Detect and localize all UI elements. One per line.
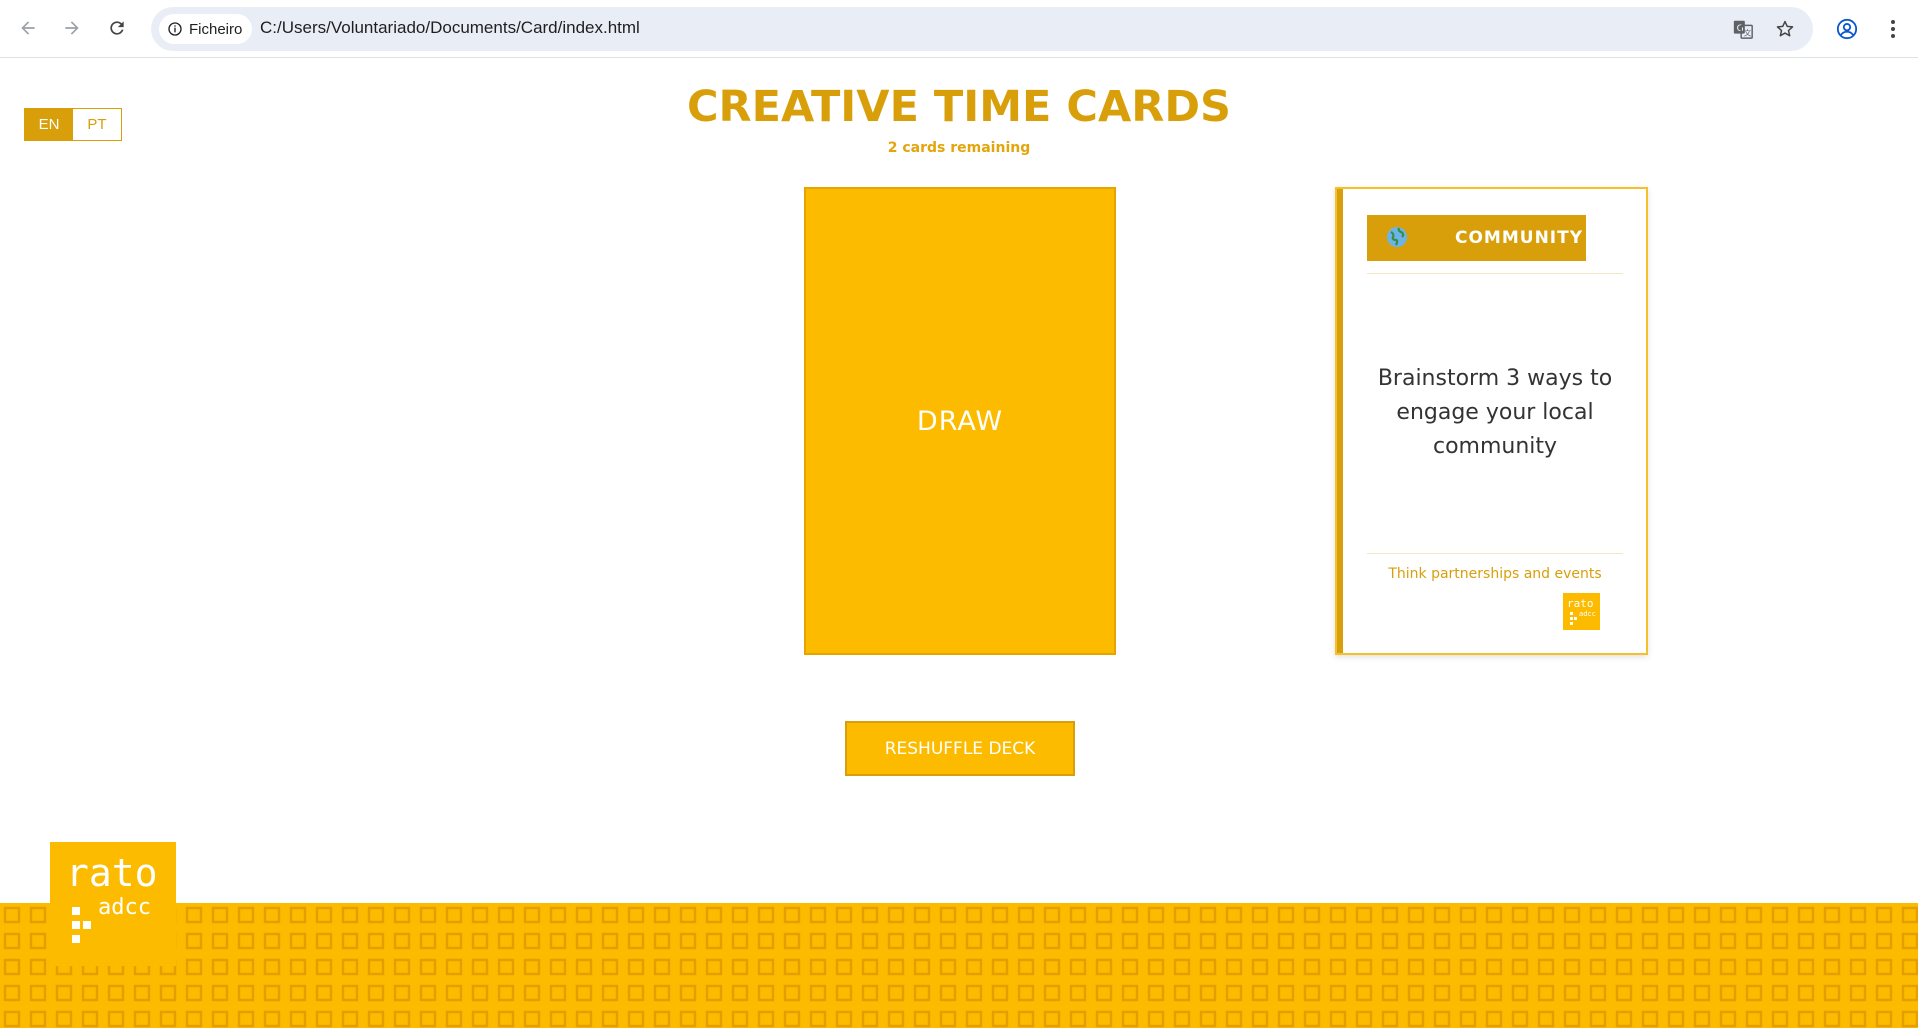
card-divider-bottom bbox=[1367, 553, 1623, 554]
address-bar[interactable]: Ficheiro C:/Users/Voluntariado/Documents… bbox=[151, 7, 1813, 51]
bookmark-button[interactable] bbox=[1773, 17, 1797, 41]
translate-button[interactable]: G文 bbox=[1731, 17, 1755, 41]
back-icon bbox=[21, 21, 35, 35]
category-label: COMMUNITY bbox=[1455, 228, 1584, 248]
forward-icon bbox=[65, 21, 79, 35]
reshuffle-button[interactable]: RESHUFFLE DECK bbox=[845, 721, 1075, 776]
reload-icon bbox=[110, 21, 124, 35]
svg-text:G: G bbox=[1737, 23, 1744, 34]
profile-icon bbox=[1836, 18, 1858, 40]
forward-button[interactable] bbox=[56, 12, 88, 44]
draw-deck[interactable]: DRAW bbox=[804, 187, 1116, 655]
reload-button[interactable] bbox=[101, 12, 133, 44]
more-icon bbox=[1891, 20, 1895, 38]
site-chip-label: Ficheiro bbox=[189, 20, 243, 38]
rato-logo: rato adcc bbox=[50, 842, 176, 966]
card-divider-top bbox=[1367, 273, 1623, 274]
svg-text:文: 文 bbox=[1744, 28, 1752, 37]
svg-text:rato: rato bbox=[1567, 597, 1594, 610]
translate-icon: G文 bbox=[1733, 20, 1753, 39]
browser-toolbar: Ficheiro C:/Users/Voluntariado/Documents… bbox=[0, 0, 1918, 58]
svg-text:adcc: adcc bbox=[98, 895, 151, 920]
card-accent-bar bbox=[1337, 189, 1343, 653]
cards-remaining: 2 cards remaining bbox=[887, 140, 1031, 156]
drawn-card: COMMUNITY Brainstorm 3 ways to engage yo… bbox=[1335, 187, 1648, 655]
footer-pattern bbox=[0, 903, 1918, 1028]
category-badge: COMMUNITY bbox=[1367, 215, 1586, 261]
draw-label: DRAW bbox=[916, 405, 1004, 437]
svg-text:rato: rato bbox=[66, 851, 158, 895]
profile-button[interactable] bbox=[1832, 14, 1862, 44]
card-prompt: Brainstorm 3 ways to engage your local c… bbox=[1377, 366, 1613, 459]
site-info-chip[interactable]: Ficheiro bbox=[159, 14, 253, 44]
globe-icon bbox=[1385, 225, 1409, 255]
back-button[interactable] bbox=[12, 12, 44, 44]
svg-text:adcc: adcc bbox=[1579, 610, 1596, 618]
card-hint: Think partnerships and events bbox=[1388, 566, 1602, 582]
info-icon bbox=[168, 22, 182, 36]
star-icon bbox=[1776, 20, 1794, 37]
page-title: CREATIVE TIME CARDS bbox=[686, 82, 1231, 132]
browser-menu-button[interactable] bbox=[1878, 14, 1908, 44]
url-text[interactable]: C:/Users/Voluntariado/Documents/Card/ind… bbox=[260, 18, 640, 38]
rato-logo-small: rato adcc bbox=[1563, 593, 1600, 630]
